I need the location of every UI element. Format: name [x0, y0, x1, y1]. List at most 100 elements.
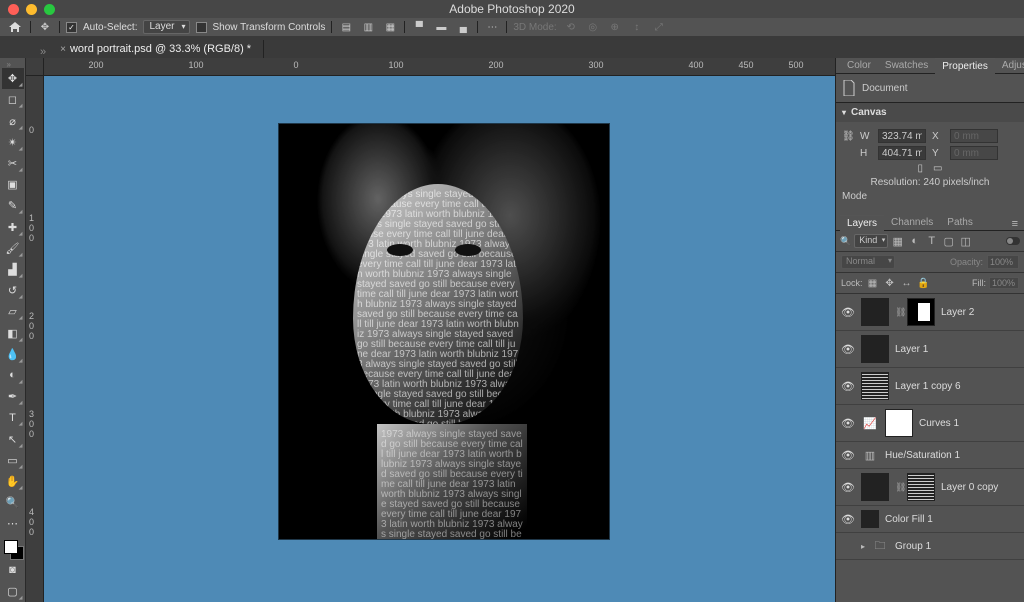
lock-all-icon[interactable]: 🔒: [917, 276, 931, 290]
ruler-vertical[interactable]: 0 100 200 300 400: [26, 76, 44, 602]
lock-artboard-icon[interactable]: ↔: [900, 276, 914, 290]
chevron-right-icon[interactable]: ▸: [861, 542, 865, 551]
layer-filter-kind-dropdown[interactable]: Kind: [854, 234, 888, 248]
eraser-tool[interactable]: ▱◢: [2, 301, 24, 322]
layer-thumb[interactable]: [861, 298, 889, 326]
layer-row[interactable]: 👁 ⛓ Layer 2: [836, 294, 1024, 331]
layer-name[interactable]: Group 1: [895, 541, 931, 552]
landscape-orient-icon[interactable]: ▭: [933, 163, 942, 174]
color-swatches[interactable]: [2, 538, 24, 559]
align-left-icon[interactable]: ▤: [338, 20, 354, 34]
edit-toolbar-icon[interactable]: ⋯: [2, 513, 24, 534]
layer-name[interactable]: Layer 0 copy: [941, 482, 998, 493]
layer-thumb[interactable]: [861, 335, 889, 363]
canvas-x-field[interactable]: [950, 129, 998, 143]
align-right-icon[interactable]: ▦: [382, 20, 398, 34]
canvas-area[interactable]: 1973 always single stayed saved go still…: [44, 76, 835, 602]
fill-field[interactable]: [989, 277, 1019, 289]
layer-mask-thumb[interactable]: [907, 473, 935, 501]
filter-pixel-icon[interactable]: ▦: [890, 234, 905, 248]
pen-tool[interactable]: ✒◢: [2, 386, 24, 407]
hand-tool[interactable]: ✋◢: [2, 471, 24, 492]
artboard[interactable]: 1973 always single stayed saved go still…: [279, 124, 609, 539]
layer-row-group[interactable]: 👁 ▸ 🗀 Group 1: [836, 533, 1024, 560]
tab-properties[interactable]: Properties: [935, 58, 995, 74]
canvas-section-header[interactable]: ▾ Canvas: [836, 102, 1024, 122]
quick-mask-icon[interactable]: ◙: [2, 560, 24, 581]
filter-smart-icon[interactable]: ◫: [958, 234, 973, 248]
toolbar-grip-icon[interactable]: »: [7, 60, 19, 66]
layer-name[interactable]: Layer 1: [895, 344, 928, 355]
clone-tool[interactable]: ▟◢: [2, 259, 24, 280]
layer-thumb[interactable]: [861, 510, 879, 528]
window-minimize-button[interactable]: [26, 4, 37, 15]
visibility-toggle[interactable]: 👁: [841, 481, 855, 494]
marquee-tool[interactable]: ◻◢: [2, 89, 24, 110]
foreground-swatch[interactable]: [4, 540, 18, 554]
visibility-toggle[interactable]: 👁: [841, 343, 855, 356]
auto-select-checkbox[interactable]: ✓: [66, 22, 77, 33]
tab-swatches[interactable]: Swatches: [878, 58, 935, 73]
heal-tool[interactable]: ✚◢: [2, 216, 24, 237]
layer-name[interactable]: Color Fill 1: [885, 514, 933, 525]
layer-thumb[interactable]: [861, 372, 889, 400]
tab-paths[interactable]: Paths: [940, 215, 980, 230]
align-center-icon[interactable]: ▥: [360, 20, 376, 34]
distribute-icon[interactable]: ⋯: [484, 20, 500, 34]
visibility-toggle[interactable]: 👁: [841, 380, 855, 393]
filter-adjust-icon[interactable]: ◐: [907, 234, 922, 248]
lock-position-icon[interactable]: ✥: [883, 276, 897, 290]
show-transform-checkbox[interactable]: [196, 22, 207, 33]
align-top-icon[interactable]: ▀: [411, 20, 427, 34]
layer-thumb[interactable]: [861, 473, 889, 501]
layer-row[interactable]: 👁 Layer 1 copy 6: [836, 368, 1024, 405]
ruler-horizontal[interactable]: 200 100 0 100 200 300 400 450 500: [26, 58, 835, 76]
doc-tabs-arrows-icon[interactable]: »: [34, 46, 52, 58]
crop-tool[interactable]: ✂◢: [2, 153, 24, 174]
history-brush-tool[interactable]: ↺◢: [2, 280, 24, 301]
layer-list[interactable]: 👁 ⛓ Layer 2 👁 Layer 1 👁 Layer 1 copy 6 👁…: [836, 294, 1024, 602]
layer-row[interactable]: 👁 Color Fill 1: [836, 506, 1024, 533]
close-tab-icon[interactable]: ×: [60, 44, 66, 55]
ruler-origin[interactable]: [26, 58, 44, 76]
filter-toggle[interactable]: [1006, 237, 1020, 245]
layer-row[interactable]: 👁 📈 Curves 1: [836, 405, 1024, 442]
adjust-mask-thumb[interactable]: [885, 409, 913, 437]
layer-name[interactable]: Hue/Saturation 1: [885, 450, 960, 461]
home-button[interactable]: [6, 21, 24, 33]
blur-tool[interactable]: 💧◢: [2, 344, 24, 365]
visibility-toggle[interactable]: 👁: [841, 306, 855, 319]
visibility-toggle[interactable]: 👁: [841, 513, 855, 526]
layer-name[interactable]: Layer 2: [941, 307, 974, 318]
layer-row[interactable]: 👁 ⛓ Layer 0 copy: [836, 469, 1024, 506]
document-tab[interactable]: × word portrait.psd @ 33.3% (RGB/8) *: [52, 40, 264, 58]
visibility-toggle[interactable]: 👁: [841, 449, 855, 462]
link-wh-icon[interactable]: ⛓: [842, 131, 854, 142]
visibility-toggle[interactable]: 👁: [841, 417, 855, 430]
filter-shape-icon[interactable]: ▢: [941, 234, 956, 248]
gradient-tool[interactable]: ◧◢: [2, 322, 24, 343]
tab-layers[interactable]: Layers: [840, 215, 884, 231]
auto-select-target-dropdown[interactable]: Layer: [143, 20, 189, 34]
move-tool[interactable]: ✥◢: [2, 68, 24, 89]
tab-channels[interactable]: Channels: [884, 215, 940, 230]
layer-mask-thumb[interactable]: [907, 298, 935, 326]
canvas-height-field[interactable]: [878, 146, 926, 160]
eyedropper-tool[interactable]: ✎◢: [2, 195, 24, 216]
dodge-tool[interactable]: ◐◢: [2, 365, 24, 386]
lasso-tool[interactable]: ⌀◢: [2, 110, 24, 131]
tab-adjustments[interactable]: Adjustments: [995, 58, 1024, 73]
filter-type-icon[interactable]: T: [924, 234, 939, 248]
layer-name[interactable]: Curves 1: [919, 418, 959, 429]
align-bottom-icon[interactable]: ▄: [455, 20, 471, 34]
canvas-y-field[interactable]: [950, 146, 998, 160]
blend-mode-dropdown[interactable]: Normal: [841, 255, 895, 269]
layer-name[interactable]: Layer 1 copy 6: [895, 381, 961, 392]
zoom-tool[interactable]: 🔍: [2, 492, 24, 513]
quick-select-tool[interactable]: ✴◢: [2, 132, 24, 153]
canvas-width-field[interactable]: [878, 129, 926, 143]
brush-tool[interactable]: 🖌◢: [2, 238, 24, 259]
type-tool[interactable]: T◢: [2, 407, 24, 428]
opacity-field[interactable]: [987, 255, 1019, 269]
frame-tool[interactable]: ▣: [2, 174, 24, 195]
